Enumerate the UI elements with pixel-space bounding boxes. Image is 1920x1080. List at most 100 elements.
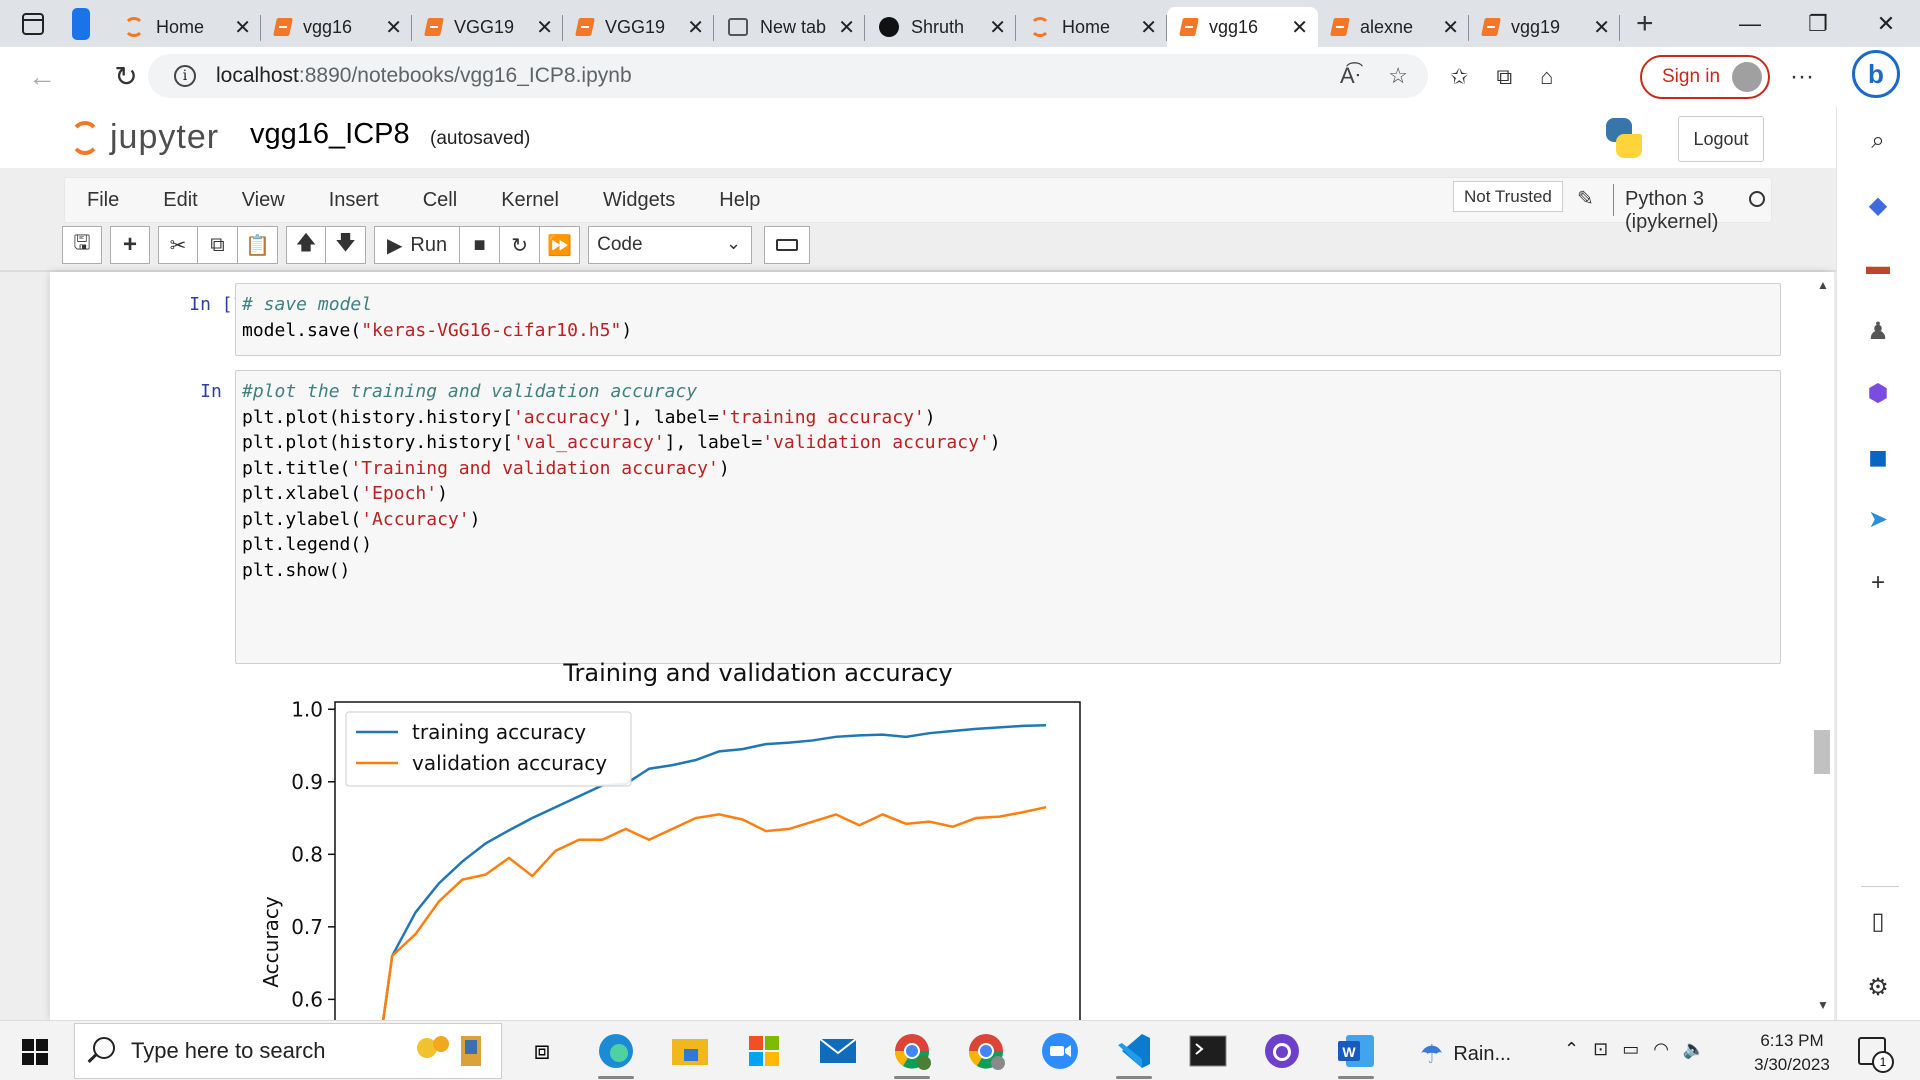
meet-now-icon[interactable]: ⊡ xyxy=(1593,1039,1608,1060)
menu-item-help[interactable]: Help xyxy=(697,189,782,212)
menu-item-file[interactable]: File xyxy=(65,189,141,212)
menu-item-widgets[interactable]: Widgets xyxy=(581,189,697,212)
task-view-icon[interactable]: ⧈ xyxy=(520,1029,564,1073)
github-desktop-icon[interactable] xyxy=(1260,1029,1304,1073)
logout-button[interactable]: Logout xyxy=(1678,116,1764,162)
add-favorite-icon[interactable]: ☆ xyxy=(1388,63,1408,89)
close-tab-icon[interactable]: ✕ xyxy=(385,15,402,40)
menu-item-insert[interactable]: Insert xyxy=(307,189,401,212)
code-cell-input[interactable]: #plot the training and validation accura… xyxy=(235,370,1781,664)
browser-tab[interactable]: Home ✕ xyxy=(1016,7,1167,47)
move-up-icon[interactable]: 🡅 xyxy=(286,226,326,264)
read-aloud-icon[interactable]: A͡ᐧ xyxy=(1340,63,1360,89)
close-tab-icon[interactable]: ✕ xyxy=(687,15,704,40)
microsoft365-icon[interactable]: ⬢ xyxy=(1863,378,1893,408)
cut-icon[interactable]: ✂ xyxy=(158,226,198,264)
chrome-profile-1-icon[interactable] xyxy=(890,1029,934,1079)
refresh-icon[interactable]: ↻ xyxy=(98,55,154,99)
close-tab-icon[interactable]: ✕ xyxy=(1593,15,1610,40)
url-field[interactable]: i localhost:8890/notebooks/vgg16_ICP8.ip… xyxy=(148,54,1428,98)
workspaces-icon[interactable] xyxy=(72,7,90,40)
outlook-icon[interactable]: ◼ xyxy=(1863,442,1893,472)
battery-icon[interactable]: ▭ xyxy=(1622,1039,1639,1060)
new-tab-button[interactable]: + xyxy=(1636,7,1654,41)
file-explorer-icon[interactable] xyxy=(668,1029,712,1073)
browser-tab[interactable]: VGG19 ✕ xyxy=(412,7,563,47)
tab-actions-menu-icon[interactable] xyxy=(22,12,44,35)
volume-icon[interactable]: 🔈 xyxy=(1683,1039,1705,1060)
sign-in-button[interactable]: Sign in xyxy=(1640,55,1770,99)
command-palette-keyboard-icon[interactable] xyxy=(764,226,811,264)
close-tab-icon[interactable]: ✕ xyxy=(838,15,855,40)
scrollbar-thumb[interactable] xyxy=(1814,730,1830,774)
browser-tab[interactable]: Home ✕ xyxy=(110,7,261,47)
edge-app-icon[interactable] xyxy=(594,1029,638,1079)
sidebar-settings-icon[interactable]: ⚙ xyxy=(1863,972,1893,1002)
restart-run-all-icon[interactable]: ⏩ xyxy=(540,226,581,264)
windows-start-icon[interactable] xyxy=(22,1039,48,1065)
hide-sidebar-icon[interactable]: ▯ xyxy=(1863,906,1893,936)
games-icon[interactable]: ♟ xyxy=(1863,316,1893,346)
copy-icon[interactable]: ⧉ xyxy=(198,226,238,264)
chrome-profile-2-icon[interactable] xyxy=(964,1029,1008,1073)
scroll-up-icon[interactable]: ▲ xyxy=(1817,278,1829,292)
browser-tab[interactable]: Shruth ✕ xyxy=(865,7,1016,47)
browser-tab[interactable]: vgg19 ✕ xyxy=(1469,7,1620,47)
terminal-icon[interactable] xyxy=(1186,1029,1230,1073)
minimize-icon[interactable]: — xyxy=(1716,0,1784,47)
notebook-container[interactable]: In [16]: # save model model.save("keras-V… xyxy=(50,272,1830,1020)
bing-chat-icon[interactable]: b xyxy=(1852,50,1900,98)
close-tab-icon[interactable]: ✕ xyxy=(536,15,553,40)
save-icon[interactable]: 🖫 xyxy=(62,226,102,264)
weather-widget[interactable]: ☂ Rain... xyxy=(1420,1039,1511,1070)
browser-tab[interactable]: VGG19 ✕ xyxy=(563,7,714,47)
browser-tab[interactable]: alexne ✕ xyxy=(1318,7,1469,47)
search-icon[interactable]: ⌕ xyxy=(1863,126,1893,156)
trust-button[interactable]: Not Trusted xyxy=(1453,181,1563,212)
notification-center-icon[interactable]: 1 xyxy=(1858,1037,1894,1073)
tools-briefcase-icon[interactable]: ▬ xyxy=(1863,252,1893,282)
run-button[interactable]: ▶ Run xyxy=(374,226,461,264)
scroll-down-icon[interactable]: ▼ xyxy=(1817,998,1829,1012)
mail-icon[interactable] xyxy=(816,1029,860,1073)
menu-item-edit[interactable]: Edit xyxy=(141,189,219,212)
microsoft-store-icon[interactable] xyxy=(742,1029,786,1073)
notebook-scrollbar[interactable] xyxy=(1810,272,1834,1020)
collections-icon[interactable]: ⧉ xyxy=(1496,64,1512,90)
insert-cell-below-icon[interactable]: + xyxy=(110,226,150,264)
paste-icon[interactable]: 📋 xyxy=(238,226,278,264)
favorites-icon[interactable]: ✩ xyxy=(1450,64,1468,90)
cell-type-select[interactable]: Code ⌄ xyxy=(588,226,753,264)
code-cell-input[interactable]: # save model model.save("keras-VGG16-cifa… xyxy=(235,283,1781,356)
menu-item-cell[interactable]: Cell xyxy=(401,189,479,212)
close-tab-icon[interactable]: ✕ xyxy=(989,15,1006,40)
word-icon[interactable]: W xyxy=(1334,1029,1378,1079)
close-tab-icon[interactable]: ✕ xyxy=(1140,15,1157,40)
performance-icon[interactable]: ⌂ xyxy=(1540,64,1553,90)
taskbar-search-field[interactable]: Type here to search xyxy=(74,1023,502,1079)
restore-icon[interactable]: ❐ xyxy=(1784,0,1852,47)
add-sidebar-app-icon[interactable]: + xyxy=(1863,568,1893,598)
menu-item-kernel[interactable]: Kernel xyxy=(479,189,581,212)
chevron-up-icon[interactable]: ⌃ xyxy=(1564,1039,1579,1060)
browser-tab[interactable]: New tab ✕ xyxy=(714,7,865,47)
zoom-icon[interactable] xyxy=(1038,1029,1082,1073)
browser-tab[interactable]: vgg16 ✕ xyxy=(261,7,412,47)
restart-icon[interactable]: ↻ xyxy=(500,226,541,264)
back-arrow-icon[interactable]: ← xyxy=(14,55,70,99)
menu-item-view[interactable]: View xyxy=(220,189,307,212)
send-icon[interactable]: ➤ xyxy=(1863,504,1893,534)
close-window-icon[interactable]: ✕ xyxy=(1852,0,1920,47)
shopping-tag-icon[interactable]: ◆ xyxy=(1863,190,1893,220)
interrupt-icon[interactable]: ■ xyxy=(460,226,501,264)
jupyter-logo[interactable]: jupyter xyxy=(70,118,219,157)
clock[interactable]: 6:13 PM 3/30/2023 xyxy=(1742,1029,1842,1077)
close-tab-icon[interactable]: ✕ xyxy=(234,15,251,40)
close-tab-icon[interactable]: ✕ xyxy=(1442,15,1459,40)
notebook-name[interactable]: vgg16_ICP8 xyxy=(250,118,410,151)
wifi-icon[interactable]: ◠ xyxy=(1653,1039,1669,1060)
site-info-icon[interactable]: i xyxy=(174,65,196,87)
browser-tab[interactable]: vgg16 ✕ xyxy=(1167,7,1318,47)
move-down-icon[interactable]: 🡇 xyxy=(326,226,366,264)
close-tab-icon[interactable]: ✕ xyxy=(1291,15,1308,40)
